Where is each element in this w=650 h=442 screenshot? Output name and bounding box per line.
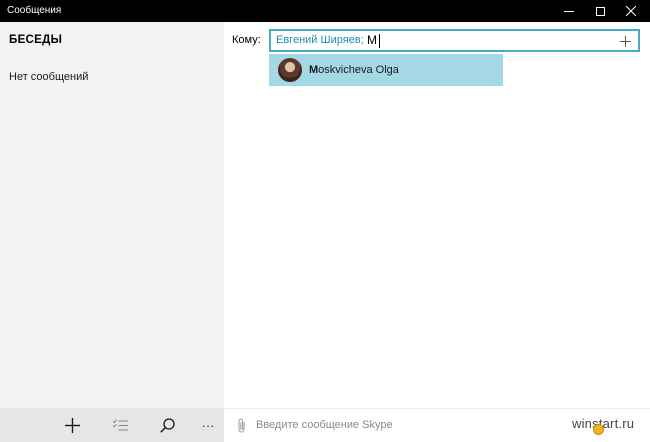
compose-bar: winstart.ru (224, 408, 650, 442)
more-icon: ··· (201, 417, 215, 433)
suggestion-name: Moskvicheva Olga (309, 64, 399, 76)
checklist-icon (112, 419, 128, 431)
search-button[interactable] (151, 408, 183, 442)
contact-suggestion[interactable]: Moskvicheva Olga (269, 54, 503, 86)
to-label: Кому: (232, 34, 261, 46)
emoji-icon (593, 424, 604, 435)
conversations-heading: БЕСЕДЫ (9, 34, 63, 46)
conversations-sidebar: БЕСЕДЫ Нет сообщений ··· (0, 22, 224, 442)
search-icon (159, 417, 175, 433)
plus-icon (619, 35, 631, 47)
no-messages-text: Нет сообщений (9, 71, 89, 83)
maximize-button[interactable] (585, 0, 615, 22)
sidebar-toolbar: ··· (0, 408, 224, 442)
recipient-typed-text: M (367, 33, 377, 47)
select-button[interactable] (104, 408, 136, 442)
close-button[interactable] (616, 0, 646, 22)
message-input[interactable] (256, 416, 586, 434)
close-icon (626, 6, 636, 16)
recipient-input[interactable]: Евгений Ширяев; M (269, 29, 640, 52)
paperclip-icon (238, 418, 245, 433)
minimize-icon (564, 10, 574, 12)
text-caret (379, 34, 380, 48)
minimize-button[interactable] (554, 0, 584, 22)
window-title: Сообщения (7, 5, 62, 16)
avatar (278, 58, 302, 82)
recipient-chip[interactable]: Евгений Ширяев; (276, 34, 364, 46)
maximize-icon (595, 6, 605, 16)
add-recipient-button[interactable] (617, 32, 633, 50)
suggestion-match: M (309, 64, 319, 76)
plus-icon (64, 417, 80, 433)
compose-divider (224, 408, 650, 409)
more-button[interactable]: ··· (192, 408, 224, 442)
message-pane: Кому: Евгений Ширяев; M Moskvicheva Olga… (224, 22, 650, 442)
suggestion-rest: oskvicheva Olga (318, 64, 399, 76)
new-conversation-button[interactable] (56, 408, 88, 442)
attach-button[interactable] (236, 418, 248, 434)
title-bar: Сообщения (0, 0, 650, 22)
